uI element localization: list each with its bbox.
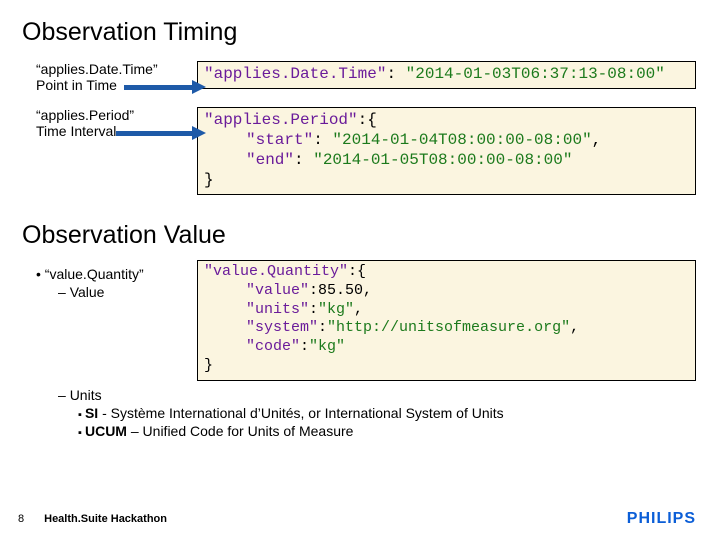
code-value: "2014-01-05T08:00:00-08:00" <box>313 151 572 169</box>
heading-observation-value: Observation Value <box>22 221 698 250</box>
code-value: "kg" <box>309 338 345 355</box>
bullet-text: “value.Quantity” <box>45 266 144 282</box>
bullet-main: “value.Quantity” <box>36 266 197 282</box>
label-applies-period: “applies.Period” Time Interval <box>22 107 197 139</box>
code-key: "system" <box>246 319 318 336</box>
bullet-text: Système International d’Unités, or Inter… <box>111 405 504 421</box>
code-key: "end" <box>246 151 294 169</box>
code-applies-period: "applies.Period":{ "start": "2014-01-04T… <box>197 107 696 195</box>
bullet-units: Units <box>36 387 698 403</box>
bullet-ucum: UCUM – Unified Code for Units of Measure <box>36 423 698 439</box>
bullet-text: Value <box>70 284 105 300</box>
bullet-si: SI - Système International d’Unités, or … <box>36 405 698 421</box>
bullet-text: Unified Code for Units of Measure <box>143 423 354 439</box>
page-number: 8 <box>18 513 24 525</box>
code-value: "2014-01-04T08:00:00-08:00" <box>332 131 591 149</box>
label-value-quantity: “value.Quantity” Value <box>22 260 197 300</box>
label-text: “applies.Period” <box>36 107 197 123</box>
code-key: "code" <box>246 338 300 355</box>
code-value: "http://unitsofmeasure.org" <box>327 319 570 336</box>
code-value: "kg" <box>318 301 354 318</box>
code-key: "value.Quantity" <box>204 263 348 280</box>
code-key: "units" <box>246 301 309 318</box>
row-applies-period: “applies.Period” Time Interval "applies.… <box>22 107 698 195</box>
code-applies-datetime: "applies.Date.Time": "2014-01-03T06:37:1… <box>197 61 696 89</box>
code-value-quantity: "value.Quantity":{ "value":85.50, "units… <box>197 260 696 381</box>
arrow-icon <box>124 83 204 91</box>
bullet-text: Units <box>70 387 102 403</box>
code-value: 85.50 <box>318 282 363 299</box>
arrow-icon <box>116 129 204 137</box>
code-value: "2014-01-03T06:37:13-08:00" <box>406 65 665 83</box>
code-key: "applies.Period" <box>204 111 358 129</box>
footer-title: Health.Suite Hackathon <box>44 513 167 525</box>
label-applies-datetime: “applies.Date.Time” Point in Time <box>22 61 197 93</box>
philips-logo: PHILIPS <box>627 510 696 528</box>
row-applies-datetime: “applies.Date.Time” Point in Time "appli… <box>22 61 698 93</box>
bullet-value: Value <box>36 284 197 300</box>
label-text: “applies.Date.Time” <box>36 61 197 77</box>
row-value-quantity: “value.Quantity” Value "value.Quantity":… <box>22 260 698 381</box>
footer: 8 Health.Suite Hackathon PHILIPS <box>0 510 720 528</box>
heading-observation-timing: Observation Timing <box>22 18 698 47</box>
code-key: "start" <box>246 131 313 149</box>
units-list: Units SI - Système International d’Unité… <box>22 387 698 439</box>
code-key: "value" <box>246 282 309 299</box>
code-key: "applies.Date.Time" <box>204 65 386 83</box>
